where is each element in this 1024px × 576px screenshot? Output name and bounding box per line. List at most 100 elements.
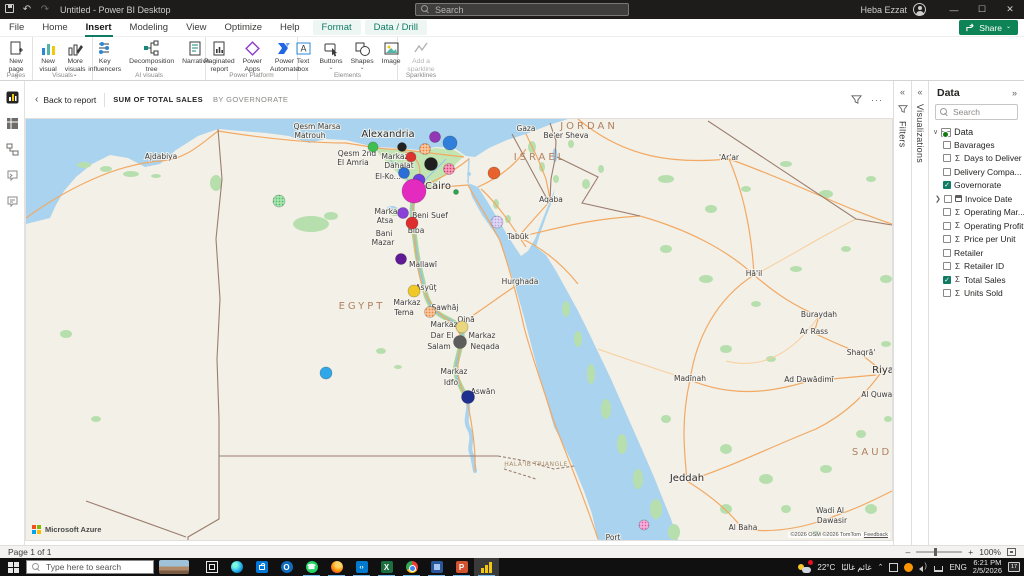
field-row[interactable]: ΣPrice per Unit	[929, 233, 1024, 247]
paginated-report-button[interactable]: Paginated report	[200, 39, 239, 74]
field-checkbox[interactable]	[943, 249, 951, 257]
map-bubble[interactable]	[398, 208, 409, 219]
field-checkbox[interactable]	[944, 195, 952, 203]
field-checkbox[interactable]: ✓	[943, 181, 951, 189]
weather-condition[interactable]: غائم غالبًا	[841, 563, 871, 572]
field-row[interactable]: ΣDays to Deliver	[929, 152, 1024, 166]
field-checkbox[interactable]: ✓	[943, 276, 951, 284]
weather-icon[interactable]	[798, 562, 811, 573]
chrome-button[interactable]	[399, 558, 424, 576]
close-button[interactable]: ✕	[996, 0, 1024, 19]
dax-query-view-icon[interactable]	[6, 169, 19, 182]
field-checkbox[interactable]	[943, 154, 951, 162]
fields-search-input[interactable]: Search	[935, 104, 1018, 120]
map-bubble[interactable]	[406, 152, 416, 162]
map-bubble[interactable]	[430, 132, 441, 143]
table-view-icon[interactable]	[6, 117, 19, 130]
tab-insert[interactable]: Insert	[77, 19, 121, 37]
start-button[interactable]	[0, 562, 26, 573]
map-bubble[interactable]	[420, 144, 431, 155]
firefox-button[interactable]	[324, 558, 349, 576]
decomposition-tree-button[interactable]: Decomposition tree	[125, 39, 178, 74]
map-bubble[interactable]	[456, 321, 468, 333]
powerpoint-button[interactable]: P	[449, 558, 474, 576]
tab-optimize[interactable]: Optimize	[216, 19, 271, 37]
global-search-input[interactable]: Search	[415, 3, 629, 16]
zoom-slider[interactable]	[916, 551, 962, 553]
minimize-button[interactable]: —	[940, 0, 968, 19]
outlook-button[interactable]: O	[274, 558, 299, 576]
shapes-button[interactable]: Shapes⌄	[347, 39, 378, 74]
tray-firefox-icon[interactable]	[904, 563, 913, 572]
fit-to-page-icon[interactable]	[1007, 548, 1016, 556]
field-row[interactable]: ❯Invoice Date	[929, 192, 1024, 206]
task-view-button[interactable]	[199, 558, 224, 576]
map-bubble[interactable]	[408, 285, 420, 297]
map-bubble[interactable]	[454, 190, 459, 195]
avatar[interactable]	[913, 3, 926, 16]
tab-format[interactable]: Format	[313, 20, 361, 35]
tray-app-icon[interactable]	[889, 563, 898, 572]
tab-modeling[interactable]: Modeling	[121, 19, 178, 37]
map-bubble[interactable]	[406, 217, 418, 229]
data-table-root[interactable]: ∨ Data	[929, 126, 1024, 138]
field-row[interactable]: ΣRetailer ID	[929, 260, 1024, 274]
clock[interactable]: 6:21 PM 2/5/2026	[973, 559, 1002, 576]
report-view-icon[interactable]	[6, 91, 19, 104]
tab-view[interactable]: View	[177, 19, 215, 37]
network-icon[interactable]	[934, 566, 943, 572]
news-widget-thumbnail[interactable]	[159, 560, 189, 574]
map-bubble[interactable]	[368, 142, 378, 152]
add-sparkline-button[interactable]: Add a sparkline	[401, 39, 441, 74]
volume-icon[interactable]	[919, 563, 928, 572]
expander-icon[interactable]: ❯	[935, 195, 941, 203]
maximize-button[interactable]: ☐	[968, 0, 996, 19]
zoom-in-button[interactable]: +	[968, 547, 973, 557]
visualizations-pane-collapsed[interactable]: « Visualizations	[911, 81, 928, 545]
save-icon[interactable]	[0, 4, 18, 16]
key-influencers-button[interactable]: Key influencers	[84, 39, 125, 74]
map-bubble[interactable]	[454, 336, 467, 349]
tab-home[interactable]: Home	[33, 19, 76, 37]
field-row[interactable]: ΣOperating Profit	[929, 219, 1024, 233]
buttons-button[interactable]: Buttons⌄	[316, 39, 347, 74]
map-bubble[interactable]	[399, 168, 410, 179]
feedback-link[interactable]: Feedback	[864, 532, 888, 538]
whatsapp-button[interactable]: ☎	[299, 558, 324, 576]
more-options-icon[interactable]: ···	[871, 95, 883, 105]
notification-center-icon[interactable]: 17	[1008, 562, 1020, 572]
map-visual[interactable]: AjdabiyaQesm MarsaMatrouhAlexandriaQesm …	[25, 118, 893, 541]
filters-pane-collapsed[interactable]: « Filters	[893, 81, 911, 545]
field-row[interactable]: ✓ΣTotal Sales	[929, 273, 1024, 287]
language-indicator[interactable]: ENG	[949, 563, 966, 572]
map-bubble[interactable]	[488, 167, 500, 179]
map-bubble[interactable]	[491, 216, 503, 228]
tab-help[interactable]: Help	[271, 19, 309, 37]
map-bubble[interactable]	[443, 136, 457, 150]
expand-icon[interactable]: «	[917, 87, 922, 97]
field-checkbox[interactable]	[943, 208, 951, 216]
map-bubble[interactable]	[320, 367, 332, 379]
map-bubble[interactable]	[444, 164, 455, 175]
field-row[interactable]: Delivery Compa...	[929, 165, 1024, 179]
tmdl-view-icon[interactable]	[6, 195, 19, 208]
power-bi-button[interactable]	[474, 558, 499, 576]
map-bubble[interactable]	[425, 307, 436, 318]
map-bubble[interactable]	[273, 195, 285, 207]
weather-temp[interactable]: 22°C	[817, 563, 835, 572]
share-button[interactable]: Share ⌄	[959, 20, 1018, 35]
field-checkbox[interactable]	[943, 168, 951, 176]
field-row[interactable]: ✓Governorate	[929, 179, 1024, 193]
edge-button[interactable]	[224, 558, 249, 576]
power-apps-button[interactable]: Power Apps	[239, 39, 266, 74]
store-button[interactable]	[249, 558, 274, 576]
field-row[interactable]: Bavarages	[929, 138, 1024, 152]
collapse-icon[interactable]: »	[1012, 88, 1017, 98]
expand-icon[interactable]: «	[900, 87, 905, 97]
vscode-button[interactable]: ‹›	[349, 558, 374, 576]
map-bubble[interactable]	[639, 520, 649, 530]
tray-expand-icon[interactable]: ⌃	[878, 563, 884, 571]
field-row[interactable]: Retailer	[929, 246, 1024, 260]
field-checkbox[interactable]	[943, 262, 951, 270]
taskbar-search-input[interactable]: Type here to search	[26, 560, 154, 574]
